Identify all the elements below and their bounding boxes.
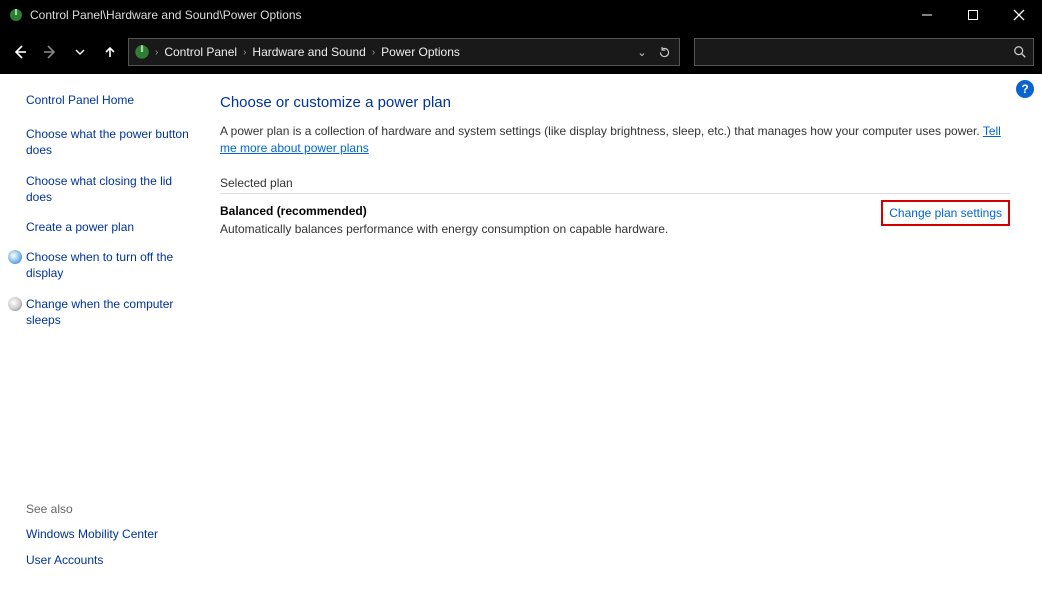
- chevron-right-icon[interactable]: ›: [372, 47, 375, 58]
- see-also-label: See also: [26, 502, 200, 516]
- sidebar-link-close-lid[interactable]: Choose what closing the lid does: [26, 173, 196, 205]
- sidebar-link-computer-sleeps[interactable]: Change when the computer sleeps: [26, 296, 178, 328]
- maximize-icon: [967, 9, 979, 21]
- description-text: A power plan is a collection of hardware…: [220, 124, 983, 138]
- change-plan-settings-link[interactable]: Change plan settings: [881, 200, 1010, 226]
- window-title: Control Panel\Hardware and Sound\Power O…: [30, 8, 302, 22]
- content-pane: Choose or customize a power plan A power…: [214, 74, 1042, 592]
- breadcrumb-seg-hardware-sound[interactable]: Hardware and Sound: [252, 45, 365, 59]
- see-also-user-accounts[interactable]: User Accounts: [26, 552, 200, 568]
- sidebar-item-computer-sleeps: Change when the computer sleeps: [8, 296, 178, 328]
- up-button[interactable]: [98, 40, 122, 64]
- arrow-right-icon: [42, 44, 58, 60]
- title-bar: Control Panel\Hardware and Sound\Power O…: [0, 0, 1042, 30]
- sidebar: Control Panel Home Choose what the power…: [0, 74, 214, 592]
- breadcrumb-seg-control-panel[interactable]: Control Panel: [164, 45, 237, 59]
- sidebar-home-link[interactable]: Control Panel Home: [26, 92, 200, 108]
- breadcrumb: › Control Panel › Hardware and Sound › P…: [155, 45, 631, 59]
- close-button[interactable]: [996, 0, 1042, 30]
- sidebar-item-turn-off-display: Choose when to turn off the display: [8, 249, 178, 281]
- sleep-icon: [8, 297, 22, 311]
- breadcrumb-seg-power-options[interactable]: Power Options: [381, 45, 460, 59]
- recent-locations-button[interactable]: [68, 40, 92, 64]
- page-title: Choose or customize a power plan: [220, 94, 1020, 111]
- sidebar-link-turn-off-display[interactable]: Choose when to turn off the display: [26, 249, 178, 281]
- control-panel-icon: [133, 43, 151, 61]
- see-also-mobility-center[interactable]: Windows Mobility Center: [26, 526, 200, 542]
- nav-bar: › Control Panel › Hardware and Sound › P…: [0, 30, 1042, 74]
- app-icon: [8, 7, 24, 23]
- arrow-left-icon: [12, 44, 28, 60]
- maximize-button[interactable]: [950, 0, 996, 30]
- address-dropdown-button[interactable]: ⌄: [631, 41, 653, 63]
- chevron-right-icon[interactable]: ›: [155, 47, 158, 58]
- sidebar-link-power-button[interactable]: Choose what the power button does: [26, 126, 196, 158]
- close-icon: [1013, 9, 1025, 21]
- plan-name: Balanced (recommended): [220, 204, 881, 218]
- forward-button[interactable]: [38, 40, 62, 64]
- search-icon: [1013, 45, 1027, 59]
- selected-plan-label: Selected plan: [220, 176, 1010, 194]
- chevron-down-icon: [75, 47, 85, 57]
- refresh-icon: [658, 46, 671, 59]
- plan-row: Balanced (recommended) Automatically bal…: [220, 204, 1010, 236]
- display-icon: [8, 250, 22, 264]
- minimize-button[interactable]: [904, 0, 950, 30]
- help-button[interactable]: ?: [1016, 80, 1034, 98]
- chevron-right-icon[interactable]: ›: [243, 47, 246, 58]
- minimize-icon: [921, 9, 933, 21]
- page-description: A power plan is a collection of hardware…: [220, 123, 1010, 158]
- back-button[interactable]: [8, 40, 32, 64]
- arrow-up-icon: [103, 45, 117, 59]
- plan-text: Balanced (recommended) Automatically bal…: [220, 204, 881, 236]
- address-bar[interactable]: › Control Panel › Hardware and Sound › P…: [128, 38, 680, 66]
- plan-description: Automatically balances performance with …: [220, 222, 881, 236]
- refresh-button[interactable]: [653, 41, 675, 63]
- sidebar-link-create-plan[interactable]: Create a power plan: [26, 219, 196, 235]
- search-box[interactable]: [694, 38, 1034, 66]
- help-icon: ?: [1021, 82, 1028, 96]
- main-area: ? Control Panel Home Choose what the pow…: [0, 74, 1042, 592]
